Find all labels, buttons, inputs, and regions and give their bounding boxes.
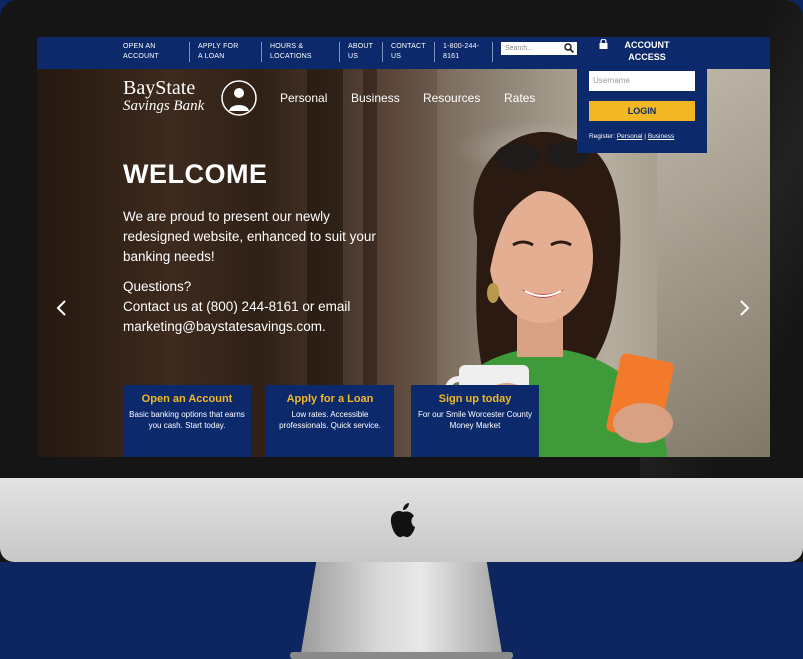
- register-divider: |: [644, 133, 646, 140]
- promo-title: Sign up today: [438, 393, 512, 405]
- monitor-stand: [300, 562, 503, 659]
- baystate-logo[interactable]: BayState Savings Bank: [123, 77, 263, 123]
- logo-seal-icon: [221, 80, 257, 116]
- nav-phone-number[interactable]: 1-800-244- 8161: [443, 42, 479, 62]
- website-screen: OPEN AN ACCOUNT APPLY FOR A LOAN HOURS &…: [37, 37, 770, 457]
- login-button[interactable]: LOGIN: [589, 101, 695, 121]
- promo-body: Low rates. Accessible professionals. Qui…: [279, 410, 381, 430]
- carousel-next-icon[interactable]: [737, 299, 751, 317]
- hero-questions: Questions?: [123, 279, 192, 294]
- register-links: Register: Personal | Business: [589, 133, 674, 140]
- account-access-title: ACCOUNT ACCESS: [624, 40, 670, 62]
- main-nav-business[interactable]: Business: [351, 91, 400, 105]
- account-access-panel: Username LOGIN Register: Personal | Busi…: [577, 69, 707, 153]
- nav-divider: [492, 42, 493, 62]
- carousel-prev-icon[interactable]: [55, 299, 69, 317]
- logo-name: BayState: [123, 77, 196, 99]
- register-label: Register:: [589, 133, 616, 140]
- logo-subtitle: Savings Bank: [123, 98, 205, 114]
- nav-open-account-link[interactable]: OPEN AN ACCOUNT: [123, 42, 159, 62]
- monitor-base: [290, 652, 513, 659]
- hero-contact: Contact us at (800) 244-8161 or email ma…: [123, 299, 351, 334]
- promo-body: Basic banking options that earns you cas…: [129, 410, 245, 430]
- register-business-link[interactable]: Business: [648, 133, 674, 140]
- main-nav-rates[interactable]: Rates: [504, 91, 535, 105]
- register-personal-link[interactable]: Personal: [617, 133, 643, 140]
- nav-divider: [339, 42, 340, 62]
- username-field[interactable]: Username: [589, 71, 695, 91]
- main-nav-resources[interactable]: Resources: [423, 91, 480, 105]
- nav-about-us-link[interactable]: ABOUT US: [348, 42, 373, 62]
- promo-title: Apply for a Loan: [286, 393, 374, 405]
- promo-apply-loan[interactable]: Apply for a Loan Low rates. Accessible p…: [266, 385, 394, 457]
- main-nav-personal[interactable]: Personal: [280, 91, 327, 105]
- nav-contact-us-link[interactable]: CONTACT US: [391, 42, 426, 62]
- top-utility-nav: OPEN AN ACCOUNT APPLY FOR A LOAN HOURS &…: [37, 37, 770, 69]
- promo-body: For our Smile Worcester County Money Mar…: [417, 410, 533, 430]
- apple-logo-icon: [390, 503, 415, 538]
- hero-contact-text: Questions? Contact us at (800) 244-8161 …: [123, 277, 423, 337]
- nav-divider: [261, 42, 262, 62]
- promo-sign-up[interactable]: Sign up today For our Smile Worcester Co…: [411, 385, 539, 457]
- nav-divider: [382, 42, 383, 62]
- search-icon[interactable]: [564, 43, 574, 53]
- nav-hours-locations-link[interactable]: HOURS & LOCATIONS: [270, 42, 312, 62]
- nav-apply-loan-link[interactable]: APPLY FOR A LOAN: [198, 42, 238, 62]
- promo-title: Open an Account: [141, 393, 233, 405]
- promo-open-account[interactable]: Open an Account Basic banking options th…: [123, 385, 251, 457]
- hero-paragraph: We are proud to present our newly redesi…: [123, 209, 376, 264]
- nav-divider: [189, 42, 190, 62]
- hero-title: WELCOME: [123, 159, 268, 189]
- nav-divider: [434, 42, 435, 62]
